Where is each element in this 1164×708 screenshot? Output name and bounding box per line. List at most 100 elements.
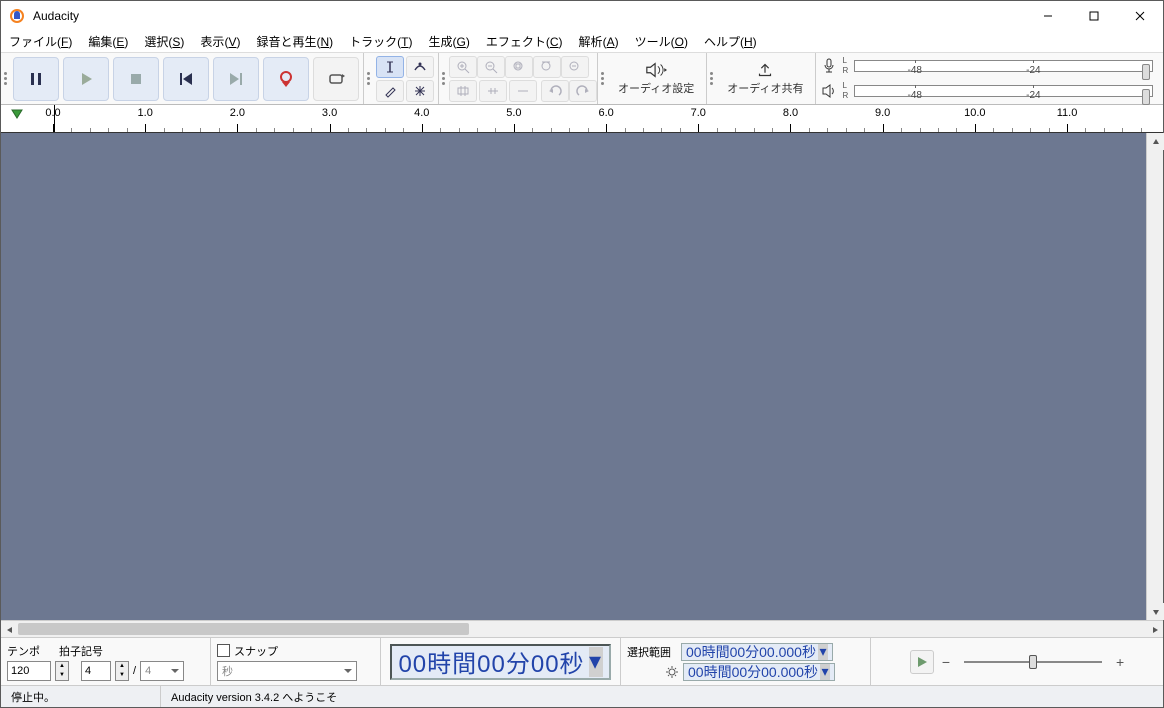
window-title: Audacity (33, 9, 79, 23)
pause-button[interactable] (13, 57, 59, 101)
snap-panel: スナップ 秒 (211, 638, 381, 685)
selection-tool-button[interactable] (376, 56, 404, 78)
zoom-in-button[interactable] (449, 56, 477, 78)
current-time-display[interactable]: 00時間00分00秒 ▾ (390, 644, 610, 680)
selection-label: 選択範囲 (627, 644, 677, 660)
skip-start-button[interactable] (163, 57, 209, 101)
gear-icon[interactable] (665, 665, 679, 679)
titlebar: Audacity (1, 1, 1163, 31)
speaker-icon (645, 62, 667, 78)
selection-panel: 選択範囲 00時間00分00.000秒▾ 00時間00分00.000秒▾ (621, 638, 871, 685)
edit-toolbar (439, 53, 598, 104)
menu-transport[interactable]: 録音と再生(N) (248, 31, 341, 52)
play-speed-panel: − + (871, 638, 1163, 685)
undo-button[interactable] (541, 80, 569, 102)
zoom-toggle-button[interactable] (561, 56, 589, 78)
app-window: Audacity ファイル(F) 編集(E) 選択(S) 表示(V) 録音と再生… (0, 0, 1164, 708)
playback-meter[interactable]: LR -48 -24 (842, 80, 1157, 102)
silence-button[interactable] (479, 80, 507, 102)
multi-tool-button[interactable] (406, 80, 434, 102)
triangle-down-icon (10, 107, 24, 121)
play-at-speed-button[interactable] (910, 650, 934, 674)
envelope-tool-button[interactable] (406, 56, 434, 78)
menubar: ファイル(F) 編集(E) 選択(S) 表示(V) 録音と再生(N) トラック(… (1, 31, 1163, 53)
snap-unit-select[interactable]: 秒 (217, 661, 357, 681)
scroll-right-button[interactable] (1146, 621, 1163, 638)
redo-button[interactable] (569, 80, 597, 102)
tempo-panel: テンポ 拍子記号 120 ▲▼ 4 ▲▼ / 4 (1, 638, 211, 685)
maximize-button[interactable] (1071, 1, 1117, 31)
menu-analyze[interactable]: 解析(A) (571, 31, 627, 52)
time-format-dropdown[interactable]: ▾ (589, 647, 603, 677)
toolbar-grip[interactable] (441, 60, 447, 98)
fit-selection-button[interactable] (505, 56, 533, 78)
share-audio-button[interactable]: オーディオ共有 (717, 62, 813, 96)
audio-setup-toolbar: オーディオ設定 (598, 53, 707, 104)
timeline-ruler-row: 0.01.02.03.04.05.06.07.08.09.010.011.0 (1, 105, 1163, 133)
timesig-denominator-select[interactable]: 4 (140, 661, 184, 681)
timesig-numerator-input[interactable]: 4 (81, 661, 111, 681)
selection-end-display[interactable]: 00時間00分00.000秒▾ (683, 663, 835, 681)
draw-tool-button[interactable] (376, 80, 404, 102)
scroll-left-button[interactable] (1, 621, 18, 638)
stop-button[interactable] (113, 57, 159, 101)
menu-select[interactable]: 選択(S) (136, 31, 192, 52)
timeline-options-button[interactable] (1, 105, 33, 132)
menu-edit[interactable]: 編集(E) (80, 31, 136, 52)
tempo-spinner[interactable]: ▲▼ (55, 661, 69, 681)
playback-speed-slider[interactable] (958, 652, 1108, 672)
menu-effect[interactable]: エフェクト(C) (478, 31, 571, 52)
share-toolbar: オーディオ共有 (707, 53, 816, 104)
status-state: 停止中。 (1, 686, 161, 707)
timesig-separator: / (133, 665, 136, 677)
snap-checkbox[interactable] (217, 644, 230, 657)
tempo-input[interactable]: 120 (7, 661, 51, 681)
app-icon (9, 8, 25, 24)
minimize-button[interactable] (1025, 1, 1071, 31)
record-button[interactable] (263, 57, 309, 101)
record-meter[interactable]: LR -48 -24 (842, 55, 1157, 77)
status-message: Audacity version 3.4.2 へようこそ (161, 686, 1163, 707)
menu-tools[interactable]: ツール(O) (627, 31, 696, 52)
bottom-toolbar: テンポ 拍子記号 120 ▲▼ 4 ▲▼ / 4 スナップ 秒 (1, 637, 1163, 685)
record-meter-icon[interactable] (818, 58, 840, 74)
loop-button[interactable] (313, 57, 359, 101)
menu-generate[interactable]: 生成(G) (421, 31, 478, 52)
play-button[interactable] (63, 57, 109, 101)
tempo-label: テンポ (7, 643, 55, 659)
zoom-out-button[interactable] (477, 56, 505, 78)
audio-setup-button[interactable]: オーディオ設定 (608, 62, 704, 96)
speed-plus-label: + (1116, 654, 1124, 670)
menu-file[interactable]: ファイル(F) (1, 31, 80, 52)
tracks-area[interactable] (1, 133, 1163, 620)
sync-lock-button[interactable] (509, 80, 537, 102)
scrollbar-thumb[interactable] (18, 623, 469, 635)
trim-button[interactable] (449, 80, 477, 102)
horizontal-scrollbar[interactable] (1, 620, 1163, 637)
selection-start-display[interactable]: 00時間00分00.000秒▾ (681, 643, 833, 661)
close-button[interactable] (1117, 1, 1163, 31)
meter-toolbar: LR -48 -24 LR -48 -24 (816, 53, 1163, 104)
vertical-scrollbar[interactable] (1146, 133, 1163, 620)
tools-toolbar (364, 53, 439, 104)
toolbar-grip[interactable] (600, 60, 606, 98)
timeline-ruler[interactable]: 0.01.02.03.04.05.06.07.08.09.010.011.0 (33, 105, 1163, 132)
playback-meter-icon[interactable] (818, 83, 840, 99)
time-panel: 00時間00分00秒 ▾ (381, 638, 621, 685)
timesig-num-spinner[interactable]: ▲▼ (115, 661, 129, 681)
record-meter-slider[interactable] (1142, 64, 1150, 80)
menu-view[interactable]: 表示(V) (192, 31, 248, 52)
menu-help[interactable]: ヘルプ(H) (696, 31, 765, 52)
toolbar-grip[interactable] (709, 60, 715, 98)
scroll-down-button[interactable] (1147, 603, 1164, 620)
toolbar-grip[interactable] (3, 60, 9, 98)
speaker-icon (821, 83, 837, 99)
fit-project-button[interactable] (533, 56, 561, 78)
upload-icon (754, 62, 776, 78)
playback-meter-slider[interactable] (1142, 89, 1150, 105)
skip-end-button[interactable] (213, 57, 259, 101)
menu-tracks[interactable]: トラック(T) (341, 31, 420, 52)
scroll-up-button[interactable] (1147, 133, 1164, 150)
speed-minus-label: − (942, 654, 950, 670)
toolbar-grip[interactable] (366, 60, 372, 98)
